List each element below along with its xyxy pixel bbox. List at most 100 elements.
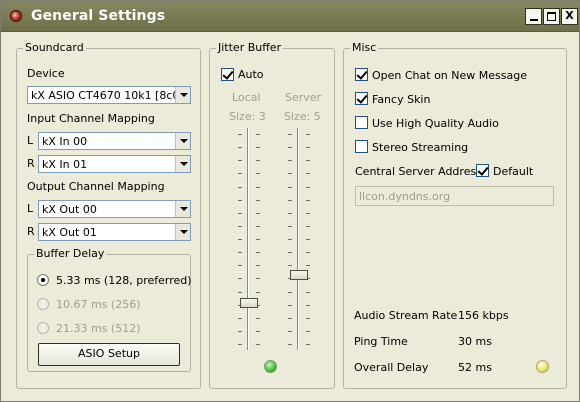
fancy-skin-checkbox[interactable] (355, 92, 368, 105)
server-slider-track[interactable] (297, 128, 299, 350)
slider-tick (238, 200, 242, 201)
title-bar[interactable]: General Settings X (1, 1, 579, 32)
slider-tick (256, 213, 260, 214)
audio-stream-rate-label: Audio Stream Rate (354, 309, 458, 322)
slider-tick (238, 160, 242, 161)
chevron-down-icon[interactable] (175, 201, 190, 217)
slider-tick (306, 160, 310, 161)
high-quality-audio-checkbox[interactable] (355, 116, 368, 129)
output-l-select[interactable]: kX Out 00 (38, 200, 191, 218)
device-select[interactable]: kX ASIO CT4670 10k1 [8c00] (27, 86, 191, 104)
overall-delay-value: 52 ms (458, 361, 492, 374)
input-r-label: R (27, 157, 35, 170)
slider-tick (288, 187, 292, 188)
slider-tick (238, 147, 242, 148)
input-l-label: L (27, 134, 34, 147)
slider-tick (238, 344, 242, 345)
stereo-streaming-label: Stereo Streaming (372, 141, 469, 154)
buffer-5ms-radio[interactable] (37, 274, 49, 286)
input-l-value: kX In 00 (42, 135, 88, 148)
default-server-label: Default (493, 165, 534, 178)
ping-time-label: Ping Time (354, 335, 408, 348)
slider-tick (256, 187, 260, 188)
input-l-select[interactable]: kX In 00 (38, 132, 191, 150)
slider-tick (306, 252, 310, 253)
local-label: Local (232, 91, 261, 104)
slider-tick (256, 173, 260, 174)
server-jitter-slider[interactable] (284, 128, 314, 350)
slider-tick (288, 200, 292, 201)
slider-tick (256, 278, 260, 279)
slider-tick (306, 344, 310, 345)
output-r-select[interactable]: kX Out 01 (38, 223, 191, 241)
slider-tick (256, 147, 260, 148)
server-size-label: Size: 5 (284, 110, 321, 123)
slider-tick (256, 160, 260, 161)
asio-setup-button[interactable]: ASIO Setup (38, 343, 180, 366)
slider-tick (306, 318, 310, 319)
maximize-icon (547, 12, 556, 21)
ping-time-value: 30 ms (458, 335, 492, 348)
output-l-value: kX Out 00 (42, 203, 97, 216)
slider-tick (238, 265, 242, 266)
jitter-buffer-title: Jitter Buffer (216, 41, 284, 54)
slider-tick (256, 265, 260, 266)
buffer-5ms-label: 5.33 ms (128, preferred) (56, 274, 192, 287)
open-chat-label: Open Chat on New Message (372, 69, 527, 82)
slider-tick (238, 278, 242, 279)
server-address-input[interactable]: llcon.dyndns.org (355, 186, 554, 206)
open-chat-checkbox[interactable] (355, 68, 368, 81)
slider-tick (238, 318, 242, 319)
default-server-checkbox[interactable] (476, 164, 489, 177)
minimize-button[interactable] (525, 8, 542, 25)
chevron-down-icon[interactable] (175, 224, 190, 240)
server-slider-thumb[interactable] (290, 270, 308, 280)
local-size-label: Size: 3 (229, 110, 266, 123)
stereo-streaming-checkbox[interactable] (355, 140, 368, 153)
local-slider-track[interactable] (247, 128, 249, 350)
server-address-label: Central Server Address: (355, 165, 486, 178)
slider-tick (238, 331, 242, 332)
slider-tick (256, 134, 260, 135)
jitter-auto-checkbox[interactable] (221, 68, 234, 81)
slider-tick (256, 200, 260, 201)
slider-tick (256, 226, 260, 227)
fancy-skin-label: Fancy Skin (372, 93, 431, 106)
slider-tick (288, 265, 292, 266)
slider-tick (256, 292, 260, 293)
buffer-21ms-radio[interactable] (37, 322, 49, 334)
slider-tick (288, 213, 292, 214)
buffer-delay-title: Buffer Delay (34, 247, 107, 260)
slider-tick (306, 226, 310, 227)
close-button[interactable]: X (561, 8, 578, 25)
chevron-down-icon[interactable] (175, 87, 190, 103)
misc-title: Misc (350, 41, 379, 54)
slider-tick (238, 187, 242, 188)
slider-tick (238, 292, 242, 293)
slider-tick (306, 239, 310, 240)
local-slider-thumb[interactable] (240, 298, 258, 308)
slider-tick (238, 239, 242, 240)
slider-tick (288, 331, 292, 332)
chevron-down-icon[interactable] (175, 156, 190, 172)
delay-status-led (536, 360, 549, 373)
slider-tick (256, 344, 260, 345)
slider-tick (306, 292, 310, 293)
slider-tick (306, 173, 310, 174)
local-jitter-slider[interactable] (234, 128, 264, 350)
high-quality-audio-label: Use High Quality Audio (372, 117, 499, 130)
buffer-10ms-radio[interactable] (37, 298, 49, 310)
slider-tick (306, 265, 310, 266)
input-r-select[interactable]: kX In 01 (38, 155, 191, 173)
slider-tick (238, 226, 242, 227)
slider-tick (288, 147, 292, 148)
slider-tick (288, 318, 292, 319)
slider-tick (306, 200, 310, 201)
slider-tick (288, 305, 292, 306)
output-r-label: R (27, 225, 35, 238)
chevron-down-icon[interactable] (175, 133, 190, 149)
slider-tick (288, 134, 292, 135)
slider-tick (306, 305, 310, 306)
jitter-status-led (264, 360, 277, 373)
maximize-button[interactable] (543, 8, 560, 25)
